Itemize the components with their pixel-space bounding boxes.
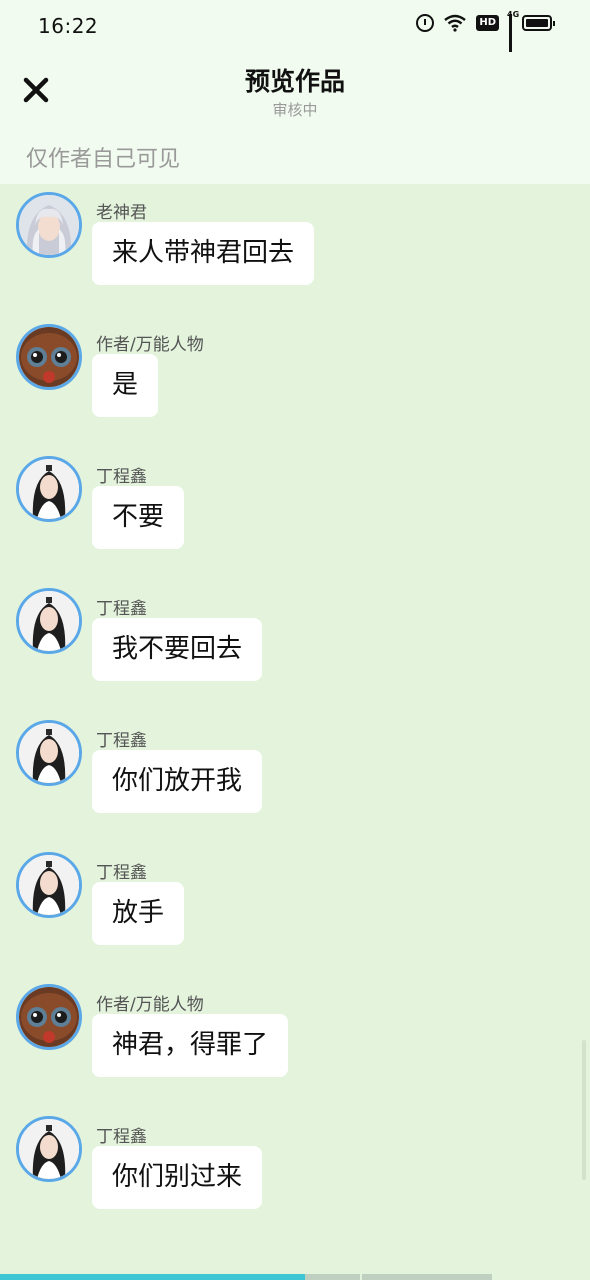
character-avatar[interactable] [16,456,82,522]
message-bubble[interactable]: 来人带神君回去 [92,222,315,285]
alarm-icon [416,14,435,32]
chat-message: 丁程鑫 我不要回去 [0,580,590,712]
wifi-icon [444,14,467,32]
status-time: 16:22 [38,14,99,38]
battery-icon [522,15,555,31]
progress-fill [0,1274,305,1280]
chat-message: 作者/万能人物 是 [0,316,590,448]
chat-message: 作者/万能人物 神君，得罪了 [0,976,590,1108]
sender-name: 丁程鑫 [96,599,147,619]
progress-bar [0,1274,590,1280]
message-bubble[interactable]: 你们别过来 [92,1146,263,1209]
author-avatar[interactable] [16,984,82,1050]
sender-name: 作者/万能人物 [96,335,204,355]
author-avatar[interactable] [16,324,82,390]
chat-message: 丁程鑫 放手 [0,844,590,976]
hd-icon: HD [476,15,499,31]
chat-message: 丁程鑫 你们放开我 [0,712,590,844]
sender-name: 老神君 [96,203,147,223]
chat-scrollbar[interactable] [582,1040,586,1180]
message-bubble[interactable]: 不要 [92,486,185,549]
sender-name: 丁程鑫 [96,731,147,751]
message-bubble[interactable]: 我不要回去 [92,618,263,681]
chat-list[interactable]: 老神君 来人带神君回去 作者/万能人物 是 丁程鑫 不要 丁程鑫 我不要回去 丁… [0,184,590,1274]
message-bubble[interactable]: 你们放开我 [92,750,263,813]
network-type-label: 4G [507,10,520,19]
sender-name: 作者/万能人物 [96,995,204,1015]
signal-4g-icon: 4G [507,10,519,59]
chat-message: 丁程鑫 不要 [0,448,590,580]
message-bubble[interactable]: 是 [92,354,159,417]
progress-segment [305,1274,360,1280]
top-bar: 预览作品 审核中 仅作者自己可见 [0,52,590,184]
character-avatar[interactable] [16,852,82,918]
character-avatar[interactable] [16,720,82,786]
review-status: 审核中 [272,101,318,119]
chat-message: 丁程鑫 你们别过来 [0,1108,590,1240]
character-avatar[interactable] [16,1116,82,1182]
visibility-note: 仅作者自己可见 [26,147,181,172]
chat-message: 老神君 来人带神君回去 [0,184,590,316]
progress-segment [362,1274,492,1280]
message-bubble[interactable]: 放手 [92,882,185,945]
page-title: 预览作品 [244,67,345,96]
message-bubble[interactable]: 神君，得罪了 [92,1014,289,1077]
sender-name: 丁程鑫 [96,467,147,487]
elder-avatar[interactable] [16,192,82,258]
status-icons: HD 4G [416,10,555,59]
status-bar: 16:22 HD 4G [0,0,590,59]
character-avatar[interactable] [16,588,82,654]
sender-name: 丁程鑫 [96,1127,147,1147]
sender-name: 丁程鑫 [96,863,147,883]
